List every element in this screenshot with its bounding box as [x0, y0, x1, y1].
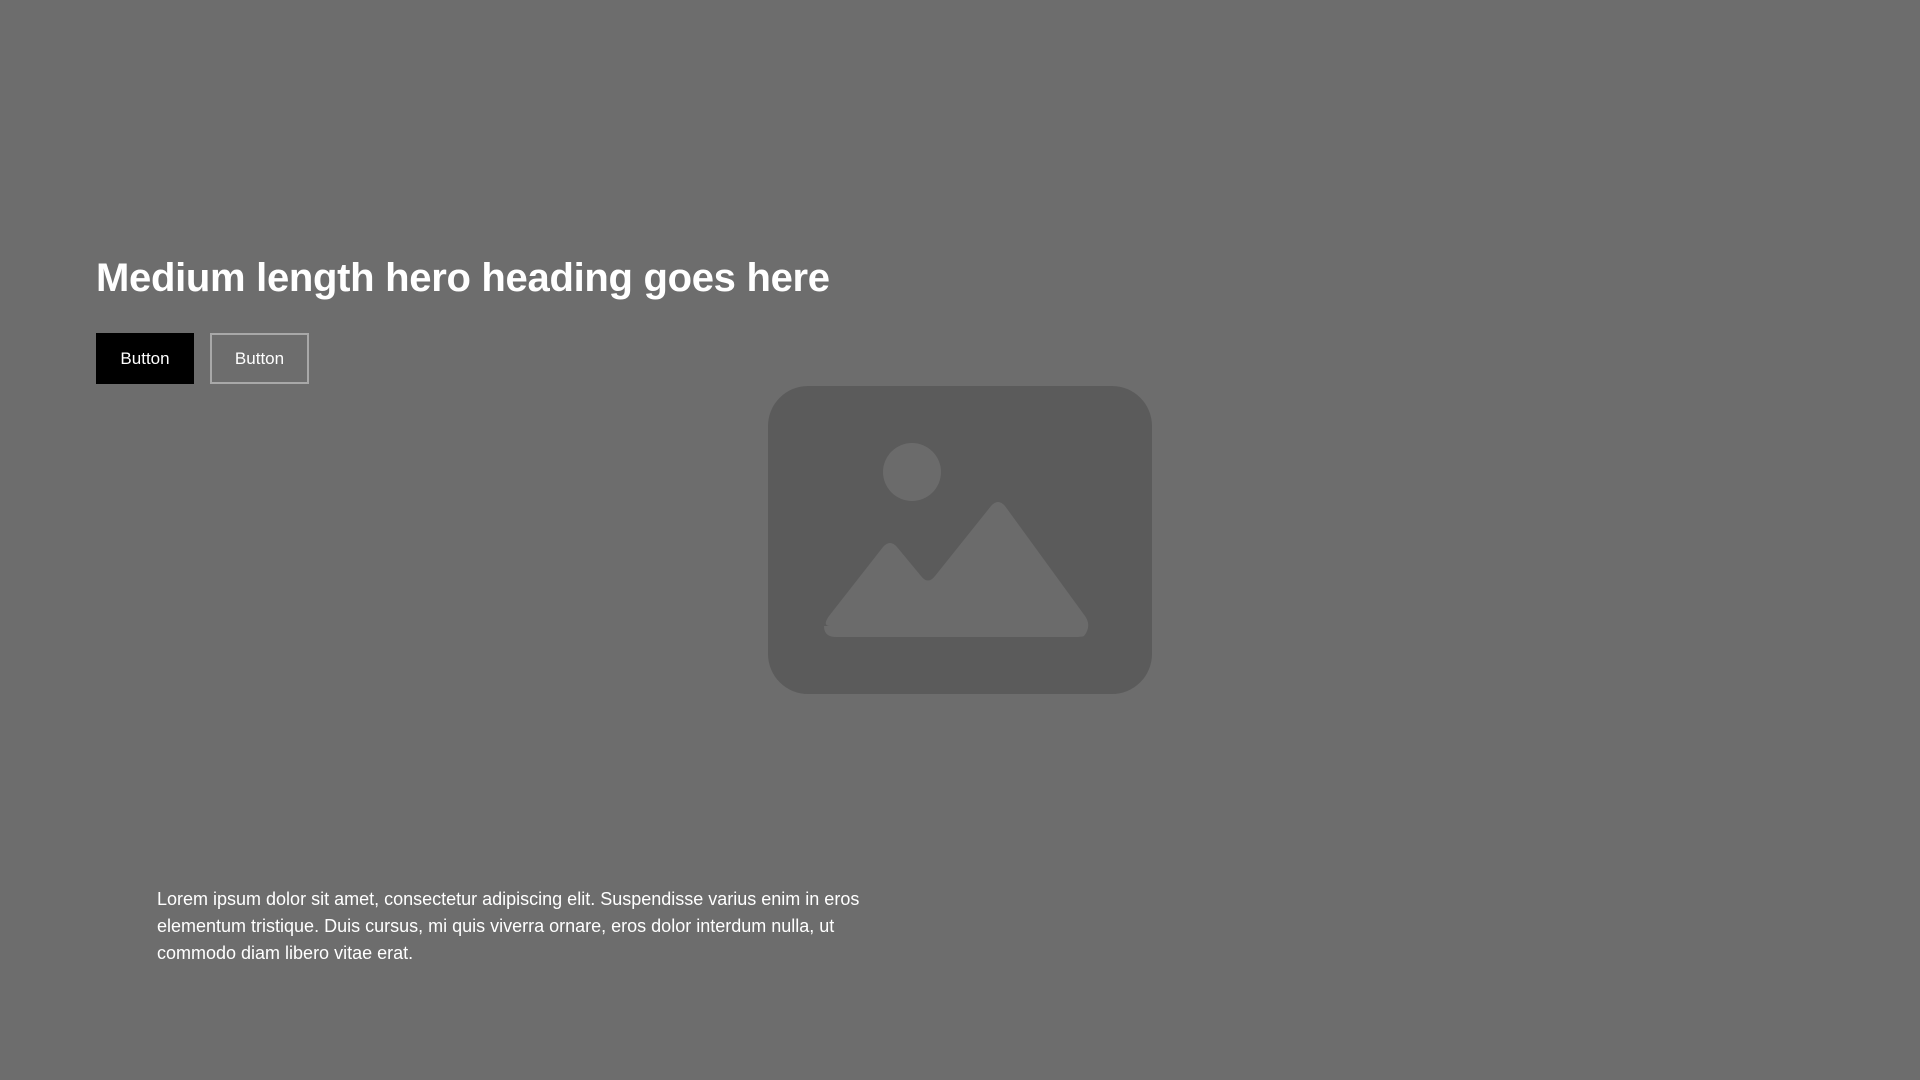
hero-button-group: Button Button: [96, 333, 309, 384]
image-placeholder: [768, 386, 1152, 694]
secondary-button[interactable]: Button: [210, 333, 309, 384]
hero-body-text: Lorem ipsum dolor sit amet, consectetur …: [157, 889, 860, 963]
image-placeholder-icon: [768, 386, 1152, 694]
primary-button[interactable]: Button: [96, 333, 194, 384]
hero-heading: Medium length hero heading goes here: [96, 256, 830, 300]
